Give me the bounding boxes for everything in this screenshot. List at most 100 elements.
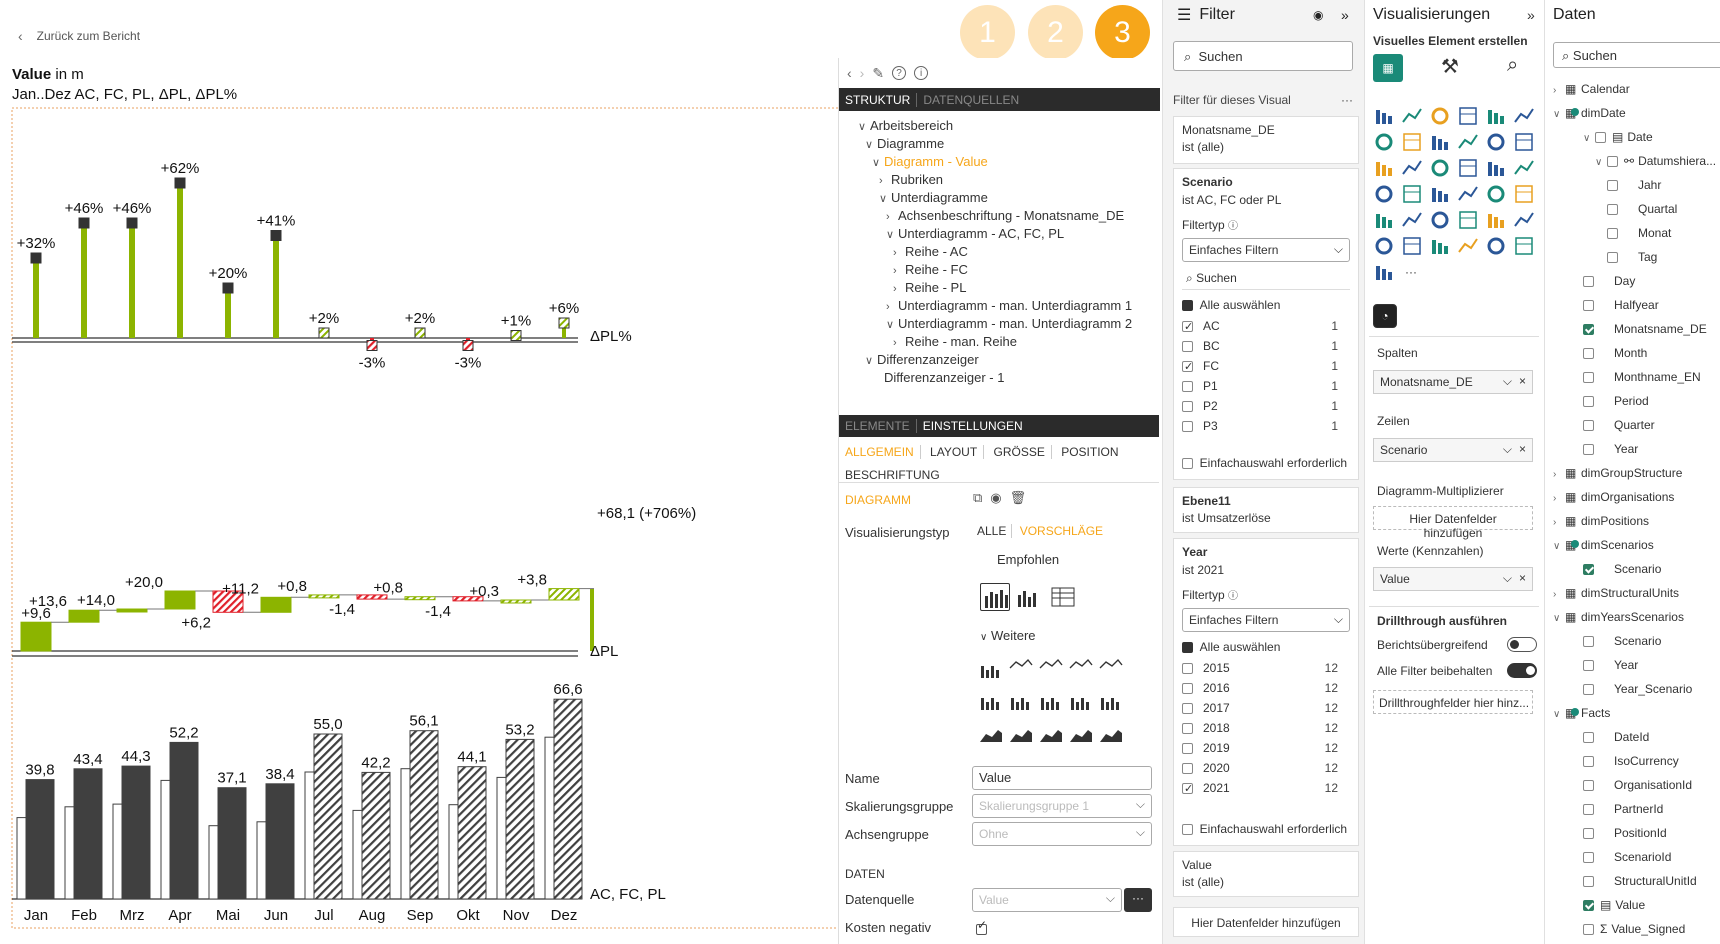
field-checkbox[interactable] — [1583, 732, 1594, 744]
data-field-item[interactable]: OrganisationId — [1553, 773, 1720, 797]
keep-filters-toggle[interactable] — [1507, 663, 1537, 678]
data-field-item[interactable]: PositionId — [1553, 821, 1720, 845]
data-field-item[interactable]: ScenarioId — [1553, 845, 1720, 869]
visual-type-icon[interactable] — [1487, 237, 1505, 255]
chevron-right-icon[interactable]: › — [1553, 463, 1565, 487]
filter-item[interactable]: ✓ AC 1 — [1182, 316, 1350, 336]
subtab-position[interactable]: POSITION — [1055, 445, 1124, 459]
data-table-item[interactable]: › ▦ dimOrganisations — [1553, 485, 1720, 509]
tab-struktur[interactable]: STRUKTUR — [839, 92, 918, 107]
tree-node[interactable]: ∨ Differenzanzeiger — [858, 351, 1158, 369]
tab-elemente[interactable]: ELEMENTE — [839, 419, 917, 433]
tree-node[interactable]: Differenzanzeiger - 1 — [858, 369, 1158, 387]
field-checkbox[interactable] — [1583, 372, 1594, 384]
data-field-item[interactable]: Monatsname_DE — [1553, 317, 1720, 341]
step-1-badge[interactable]: 1 — [960, 5, 1015, 60]
data-field-item[interactable]: Monat — [1553, 221, 1720, 245]
chevron-down-icon[interactable]: ∨ — [886, 316, 898, 334]
vis-type-icon[interactable] — [1041, 698, 1059, 710]
filter-add-fields[interactable]: Hier Datenfelder hinzufügen — [1173, 907, 1359, 937]
chevron-down-icon[interactable]: ∨ — [1595, 151, 1607, 175]
field-checkbox[interactable] — [1583, 444, 1594, 456]
variance-chart[interactable]: 39,8 Jan 43,4 Feb 44,3 Mrz 52,2 Apr 37,1 Mai 38,4 J… — [0, 0, 840, 944]
chevron-down-icon[interactable]: ∨ — [858, 118, 870, 136]
filter-item[interactable]: ✓ 2021 12 — [1182, 778, 1350, 798]
eye-icon[interactable]: ◉ — [1313, 8, 1323, 22]
field-checkbox[interactable] — [1583, 420, 1594, 432]
subtab-allgemein[interactable]: ALLGEMEIN — [845, 445, 921, 459]
chevron-right-icon[interactable]: › — [886, 298, 898, 316]
format-visual-icon[interactable]: ⚒ — [1441, 54, 1459, 79]
visual-type-icon[interactable] — [1488, 214, 1504, 228]
data-field-item[interactable]: Year — [1553, 653, 1720, 677]
data-table-item[interactable]: › ▦ dimPositions — [1553, 509, 1720, 533]
subtab-groesse[interactable]: GRÖSSE — [987, 445, 1052, 459]
chevron-right-icon[interactable]: › — [1553, 511, 1565, 535]
tree-node[interactable]: ∨ Unterdiagramme — [858, 189, 1158, 207]
data-field-item[interactable]: ▤ Value — [1553, 893, 1720, 917]
data-field-item[interactable]: Day — [1553, 269, 1720, 293]
visual-type-icon[interactable] — [1459, 159, 1477, 177]
step-2-badge[interactable]: 2 — [1028, 5, 1083, 60]
field-checkbox[interactable] — [1583, 804, 1594, 816]
filter-item[interactable]: 2019 12 — [1182, 738, 1350, 758]
chevron-down-icon[interactable]: ⌵ — [1503, 374, 1512, 389]
filter-item-checkbox[interactable]: ✓ — [1182, 361, 1193, 373]
visual-type-icon[interactable] — [1402, 108, 1422, 123]
visual-type-icon[interactable] — [1515, 185, 1533, 203]
visual-type-icon[interactable] — [1403, 237, 1421, 255]
chevron-down-icon[interactable]: ∨ — [865, 136, 877, 154]
build-visual-icon[interactable]: ▦ — [1373, 54, 1403, 82]
visual-type-icon[interactable] — [1488, 162, 1504, 176]
scale-group-select[interactable]: Skalierungsgruppe 1 ⌵ — [972, 794, 1152, 818]
visual-type-icon[interactable] — [1487, 133, 1505, 151]
vis-type-icon[interactable] — [980, 730, 1002, 742]
data-table-item[interactable]: › ▦ Calendar — [1553, 77, 1720, 101]
data-table-item[interactable]: ∨▦dimScenarios — [1553, 533, 1720, 557]
filter-item[interactable]: P3 1 — [1182, 416, 1350, 436]
chevron-down-icon[interactable]: ∨ — [1583, 127, 1595, 151]
select-all-checkbox[interactable] — [1182, 642, 1193, 654]
cross-report-toggle[interactable] — [1507, 637, 1537, 652]
chevron-right-icon[interactable]: › — [893, 244, 905, 262]
data-table-item[interactable]: ∨▦Facts — [1553, 701, 1720, 725]
bar-chart-small-icon[interactable] — [1014, 583, 1044, 611]
chevron-down-icon[interactable]: ⌵ — [1503, 442, 1512, 457]
field-checkbox[interactable] — [1595, 132, 1606, 144]
field-checkbox[interactable] — [1583, 684, 1594, 696]
trash-icon[interactable]: 🗑 — [1010, 490, 1027, 506]
scenario-search[interactable]: ⌕ Suchen — [1182, 268, 1350, 290]
chevron-right-icon[interactable]: › — [1553, 583, 1565, 607]
remove-icon[interactable]: × — [1519, 571, 1526, 585]
chevron-right-icon[interactable]: › — [879, 172, 891, 190]
field-checkbox[interactable] — [1583, 780, 1594, 792]
data-table-item[interactable]: › ▦ dimGroupStructure — [1553, 461, 1720, 485]
chevron-right-icon[interactable]: › — [886, 208, 898, 226]
field-checkbox[interactable] — [1607, 228, 1618, 240]
field-checkbox[interactable] — [1583, 852, 1594, 864]
tab-datenquellen[interactable]: DATENQUELLEN — [917, 93, 1025, 107]
chevron-down-icon[interactable]: ∨ — [886, 226, 898, 244]
visual-type-icon[interactable] — [1375, 185, 1393, 203]
tree-node[interactable]: › Reihe - AC — [858, 243, 1158, 261]
field-checkbox[interactable] — [1583, 564, 1594, 576]
remove-icon[interactable]: × — [1519, 374, 1526, 388]
filter-item-checkbox[interactable] — [1182, 763, 1193, 775]
filter-item-checkbox[interactable] — [1182, 743, 1193, 755]
visual-type-icon[interactable] — [1432, 240, 1448, 254]
field-checkbox[interactable] — [1583, 876, 1594, 888]
data-field-item[interactable]: Halfyear — [1553, 293, 1720, 317]
filter-item-checkbox[interactable] — [1182, 381, 1193, 393]
tree-node[interactable]: ∨ Arbeitsbereich — [858, 117, 1158, 135]
visual-type-icon[interactable] — [1431, 211, 1449, 229]
forward-icon[interactable]: › — [860, 65, 865, 81]
custom-visual-icon[interactable]: ◔ — [1373, 304, 1397, 328]
subtab-beschriftung[interactable]: BESCHRIFTUNG — [845, 468, 940, 482]
filter-card-value[interactable]: Value ist (alle) — [1173, 851, 1359, 897]
filter-type-select[interactable]: Einfaches Filtern ⌵ — [1182, 608, 1350, 632]
visual-type-icon[interactable] — [1403, 133, 1421, 151]
filter-search-input[interactable]: ⌕ Suchen — [1173, 41, 1353, 71]
visual-type-icon[interactable] — [1376, 110, 1392, 124]
visual-type-icon[interactable] — [1376, 162, 1392, 176]
filter-item-checkbox[interactable]: ✓ — [1182, 783, 1193, 795]
